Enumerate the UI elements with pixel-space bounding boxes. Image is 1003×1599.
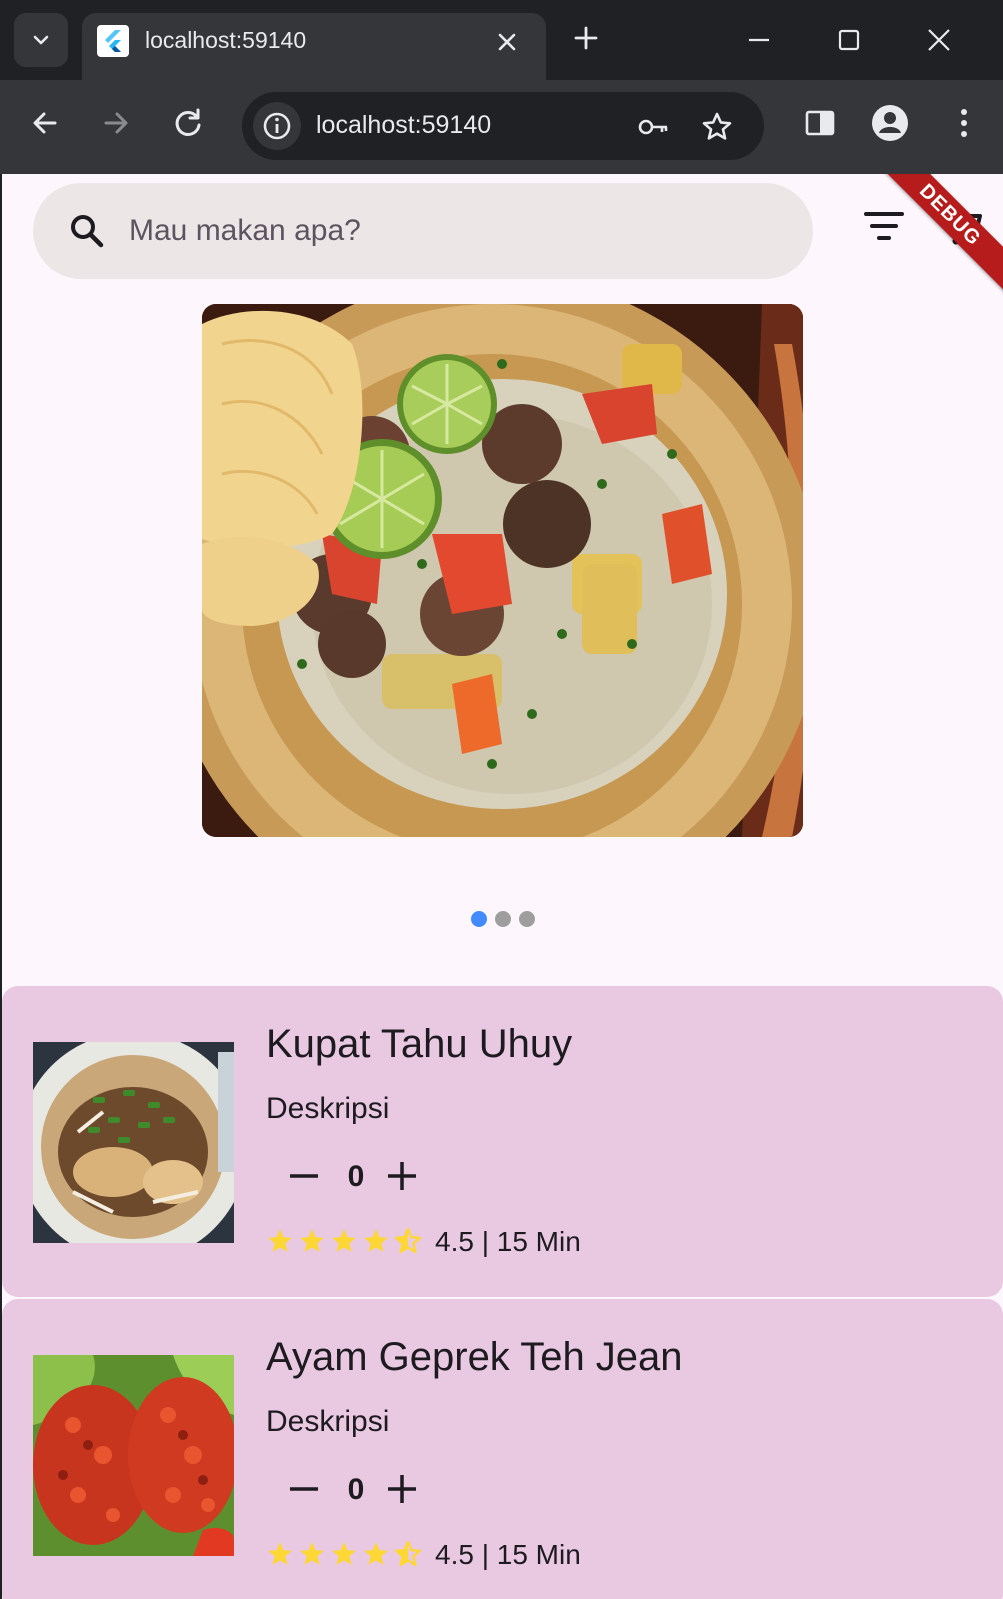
search-input[interactable] <box>129 201 769 261</box>
decrement-button[interactable] <box>284 1469 324 1509</box>
carousel-dot-2[interactable] <box>495 911 511 927</box>
star-icon <box>300 1229 324 1252</box>
food-description: Deskripsi <box>266 1405 390 1438</box>
address-bar[interactable]: localhost:59140 <box>242 92 764 160</box>
star-half-icon <box>394 1540 422 1567</box>
profile-avatar-icon[interactable] <box>870 103 910 143</box>
url-text[interactable]: localhost:59140 <box>316 111 491 140</box>
food-card[interactable]: Kupat Tahu Uhuy Deskripsi 0 4.5 | 15 Min <box>2 986 1003 1297</box>
forward-icon[interactable] <box>96 103 136 143</box>
star-rating <box>266 1540 422 1568</box>
carousel-dot-3[interactable] <box>519 911 535 927</box>
food-name: Ayam Geprek Teh Jean <box>266 1335 683 1379</box>
browser-titlebar: localhost:59140 <box>0 0 1003 80</box>
star-icon <box>332 1542 356 1565</box>
star-icon <box>364 1229 388 1252</box>
food-card[interactable]: Ayam Geprek Teh Jean Deskripsi 0 4.5 | 1… <box>2 1299 1003 1599</box>
new-tab-icon[interactable] <box>570 22 602 54</box>
site-info-button[interactable] <box>253 102 301 150</box>
filter-icon[interactable] <box>862 208 906 244</box>
star-icon <box>332 1229 356 1252</box>
close-icon[interactable] <box>492 27 522 57</box>
quantity-value: 0 <box>347 1160 365 1193</box>
browser-toolbar: localhost:59140 <box>0 80 1003 174</box>
info-icon <box>263 112 291 140</box>
app-viewport: DEBUG <box>2 174 1003 1599</box>
search-bar[interactable] <box>33 183 813 279</box>
window-close-icon[interactable] <box>921 22 957 58</box>
chevron-down-icon <box>33 35 49 45</box>
more-menu-icon[interactable] <box>944 103 984 143</box>
carousel-image[interactable] <box>202 304 803 837</box>
bookmark-star-icon[interactable] <box>700 110 734 144</box>
carousel-indicator[interactable] <box>471 911 535 931</box>
star-icon <box>268 1229 292 1252</box>
rating-text: 4.5 | 15 Min <box>435 1539 581 1570</box>
star-rating <box>266 1227 422 1255</box>
back-icon[interactable] <box>25 103 65 143</box>
rating-text: 4.5 | 15 Min <box>435 1226 581 1257</box>
side-panel-icon[interactable] <box>800 103 840 143</box>
tab-search-button[interactable] <box>14 13 68 67</box>
food-name: Kupat Tahu Uhuy <box>266 1022 573 1066</box>
star-icon <box>268 1542 292 1565</box>
browser-tab[interactable]: localhost:59140 <box>82 13 546 80</box>
maximize-icon[interactable] <box>831 22 867 58</box>
star-icon <box>364 1542 388 1565</box>
increment-button[interactable] <box>382 1156 422 1196</box>
reload-icon[interactable] <box>168 103 208 143</box>
decrement-button[interactable] <box>284 1156 324 1196</box>
tab-title: localhost:59140 <box>145 27 307 53</box>
search-icon <box>71 215 104 248</box>
carousel-dot-1[interactable] <box>471 911 487 927</box>
quantity-value: 0 <box>347 1473 365 1506</box>
password-key-icon[interactable] <box>635 110 669 144</box>
star-icon <box>300 1542 324 1565</box>
soup-bowl-image <box>202 304 803 837</box>
increment-button[interactable] <box>382 1469 422 1509</box>
food-image-ayam-geprek <box>33 1355 234 1556</box>
food-description: Deskripsi <box>266 1092 390 1125</box>
flutter-favicon-icon <box>97 25 129 57</box>
star-half-icon <box>394 1227 422 1254</box>
food-image-kupat-tahu <box>33 1042 234 1243</box>
minimize-icon[interactable] <box>741 22 777 58</box>
